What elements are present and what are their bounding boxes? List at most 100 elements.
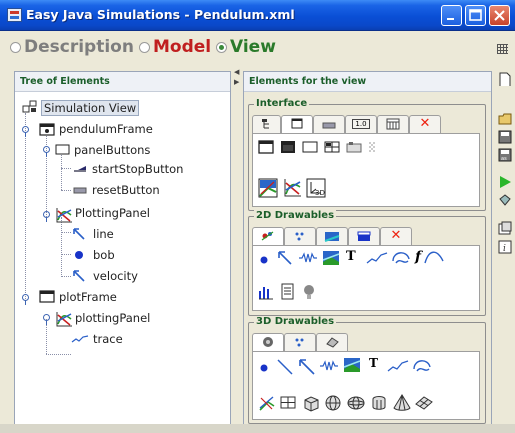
- panel-element-icon[interactable]: [302, 141, 318, 153]
- split-panel-element-icon[interactable]: [324, 141, 340, 153]
- collapse-left-icon[interactable]: ◀: [234, 68, 239, 76]
- image-3d-element-icon[interactable]: [343, 357, 361, 373]
- text-element-icon[interactable]: T: [346, 249, 356, 264]
- dialog-element-icon[interactable]: [280, 140, 296, 154]
- grid-icon[interactable]: [497, 44, 508, 54]
- tree-of-elements-panel: Tree of Elements Simulation View pendulu…: [14, 71, 231, 427]
- tab-bodies-2d[interactable]: [348, 227, 380, 245]
- view-radio[interactable]: [216, 42, 227, 53]
- arrow-icon: [73, 270, 85, 282]
- expand-handle-icon[interactable]: [43, 314, 51, 325]
- maximize-button[interactable]: [465, 5, 486, 26]
- tree-node-bob[interactable]: bob: [93, 248, 115, 262]
- tree-connector: [46, 354, 71, 355]
- tab-menus[interactable]: [377, 115, 409, 133]
- expand-right-icon[interactable]: ▶: [234, 78, 239, 86]
- svg-text:i: i: [503, 244, 506, 254]
- tree-node-plottingpanel-2[interactable]: plottingPanel: [75, 311, 150, 325]
- particle-element-icon[interactable]: [258, 254, 270, 266]
- model-mode-label[interactable]: Model: [153, 37, 211, 57]
- function-element-icon[interactable]: f: [415, 249, 421, 265]
- surface-3d-element-icon[interactable]: [414, 394, 434, 412]
- cone-3d-element-icon[interactable]: [392, 393, 412, 412]
- text-3d-element-icon[interactable]: T: [369, 356, 378, 370]
- arrow-element-icon[interactable]: [277, 250, 293, 266]
- plotting-panel-element-icon[interactable]: [282, 178, 302, 198]
- box-3d-element-icon[interactable]: [302, 394, 320, 412]
- view-mode-label[interactable]: View: [230, 37, 276, 57]
- close-button[interactable]: [489, 5, 510, 26]
- tree-node-trace[interactable]: trace: [93, 332, 123, 346]
- title-bar[interactable]: Easy Java Simulations - Pendulum.xml: [0, 0, 515, 31]
- tab-fields-2d[interactable]: [316, 227, 348, 245]
- tab-buttons[interactable]: [313, 115, 345, 133]
- expand-handle-icon[interactable]: [22, 126, 30, 137]
- expand-handle-icon[interactable]: [22, 294, 30, 305]
- expand-handle-icon[interactable]: [43, 211, 51, 222]
- ellipsoid-3d-element-icon[interactable]: [346, 394, 366, 412]
- tree-node-plotframe[interactable]: plotFrame: [59, 290, 117, 304]
- tree-header: Tree of Elements: [15, 72, 230, 92]
- segment-3d-element-icon[interactable]: [276, 358, 294, 376]
- open-folder-icon[interactable]: [498, 112, 512, 126]
- minimize-button[interactable]: [441, 5, 462, 26]
- frame-element-icon[interactable]: [258, 140, 274, 154]
- arrow-3d-element-icon[interactable]: [298, 358, 316, 376]
- tree-node-velocity[interactable]: velocity: [93, 269, 138, 283]
- tab-sets-2d[interactable]: [284, 227, 316, 245]
- new-file-icon[interactable]: [498, 72, 512, 86]
- tab-basic-2d[interactable]: [252, 227, 284, 246]
- tree-node-resetbutton[interactable]: resetButton: [92, 183, 160, 197]
- image-element-icon[interactable]: [322, 250, 340, 266]
- spring-element-icon[interactable]: [298, 252, 318, 264]
- tree-connector: [61, 190, 71, 191]
- particle-3d-element-icon[interactable]: [258, 362, 270, 374]
- tab-containers[interactable]: [252, 115, 281, 133]
- tab-basic-3d[interactable]: [252, 333, 284, 352]
- run-icon[interactable]: [498, 175, 512, 189]
- tab-surfaces-3d[interactable]: [316, 333, 348, 351]
- interface-palette: 3D: [252, 133, 480, 207]
- drawing-panel-3d-small-icon[interactable]: [258, 394, 276, 412]
- save-as-icon[interactable]: as: [498, 148, 512, 162]
- options-icon[interactable]: [498, 221, 512, 235]
- save-icon[interactable]: [498, 130, 512, 144]
- plane-3d-element-icon[interactable]: [280, 395, 296, 410]
- interactive-element-icon[interactable]: [301, 283, 317, 301]
- trace-element-icon[interactable]: [366, 250, 388, 266]
- tabbed-panel-element-icon[interactable]: [346, 141, 362, 153]
- expand-handle-icon[interactable]: [43, 146, 51, 157]
- tree-connector: [61, 168, 71, 169]
- description-radio[interactable]: [10, 42, 21, 53]
- tree-node-simulation-view[interactable]: Simulation View: [41, 100, 140, 116]
- tree-node-pendulumframe[interactable]: pendulumFrame: [59, 122, 153, 136]
- info-icon[interactable]: i: [498, 240, 512, 254]
- tree-node-plottingpanel[interactable]: PlottingPanel: [75, 206, 150, 220]
- tab-fields[interactable]: 1.0: [345, 115, 377, 133]
- scroll-panel-element-icon[interactable]: [368, 141, 380, 153]
- 3d-drawables-group-title: 3D Drawables: [254, 316, 337, 327]
- drawing-panel-3d-element-icon[interactable]: 3D: [306, 178, 326, 198]
- split-pane-divider[interactable]: ◀ ▶: [232, 68, 242, 428]
- tab-remove-close[interactable]: ✕: [409, 115, 441, 133]
- tree-node-panelbuttons[interactable]: panelButtons: [74, 143, 150, 157]
- package-icon[interactable]: [498, 193, 512, 207]
- spring-3d-element-icon[interactable]: [319, 360, 339, 372]
- histogram-element-icon[interactable]: [258, 284, 274, 300]
- trace-3d-element-icon[interactable]: [387, 358, 409, 374]
- analytic-curve-element-icon[interactable]: [423, 247, 445, 267]
- drawing-panel-element-icon[interactable]: [258, 178, 278, 198]
- model-radio[interactable]: [139, 42, 150, 53]
- sphere-3d-element-icon[interactable]: [324, 394, 342, 412]
- number-field-label: 1.0: [352, 119, 370, 129]
- tab-sets-3d[interactable]: [284, 333, 316, 351]
- tree-node-line[interactable]: line: [93, 227, 114, 241]
- tree-node-startstopbutton[interactable]: startStopButton: [92, 162, 183, 176]
- description-mode-label[interactable]: Description: [24, 37, 134, 57]
- tab-remove-2d[interactable]: ✕: [380, 227, 412, 245]
- poligon-3d-element-icon[interactable]: [411, 355, 433, 375]
- cylinder-3d-element-icon[interactable]: [370, 394, 388, 412]
- tab-windows[interactable]: [281, 115, 313, 134]
- poligon-element-icon[interactable]: [390, 247, 412, 267]
- data-element-icon[interactable]: [280, 283, 296, 301]
